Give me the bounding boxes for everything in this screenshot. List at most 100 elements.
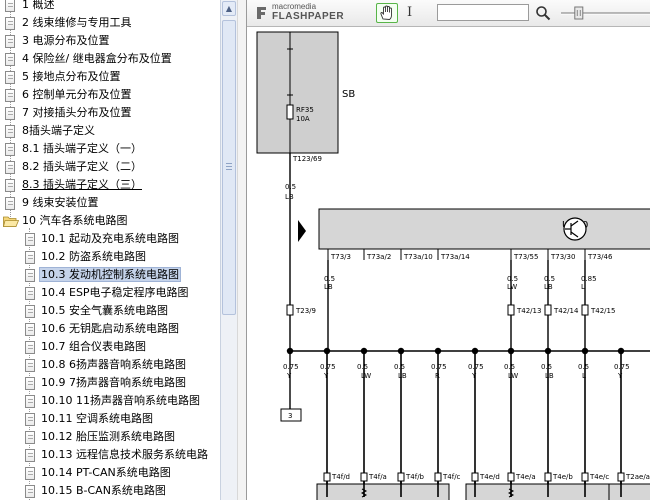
zoom-slider-thumb[interactable] — [574, 6, 584, 20]
wire-size-label: 0.5 — [578, 363, 589, 371]
toc-item[interactable]: 6 控制单元分布及位置 — [21, 86, 133, 104]
toc-item-label: 6 控制单元分布及位置 — [22, 88, 132, 101]
toc-item-label: 10.1 起动及充电系统电路图 — [41, 232, 179, 245]
toc-item-label: 10.3 发动机控制系统电路图 — [39, 267, 181, 282]
connector-label: T4f/a — [368, 473, 387, 481]
brand-big: FLASHPAPER — [272, 11, 345, 22]
toc-item[interactable]: 10.1 起动及充电系统电路图 — [40, 230, 180, 248]
toc-item[interactable]: 7 对接插头分布及位置 — [21, 104, 133, 122]
toc-item[interactable]: 2 线束维修与专用工具 — [21, 14, 133, 32]
wire-color-label: Y — [286, 372, 292, 380]
toc-item[interactable]: 10.15 B-CAN系统电路图 — [40, 482, 167, 500]
toc-item[interactable]: 1 概述 — [21, 0, 56, 14]
toc-item[interactable]: 10.5 安全气囊系统电路图 — [40, 302, 169, 320]
toc-item[interactable]: 10.9 7扬声器音响系统电路图 — [40, 374, 187, 392]
toc-item[interactable]: 10.10 11扬声器音响系统电路图 — [40, 392, 201, 410]
toc-item[interactable]: 10.12 胎压监测系统电路图 — [40, 428, 176, 446]
toc-item[interactable]: 8.1 插头端子定义（一） — [21, 140, 143, 158]
toc-item[interactable]: 10.4 ESP电子稳定程序电路图 — [40, 284, 190, 302]
toc-item[interactable]: 10.6 无钥匙启动系统电路图 — [40, 320, 180, 338]
wire-size-label: 0.5 — [357, 363, 368, 371]
zoom-slider[interactable] — [561, 6, 650, 20]
fuse-rf35-symbol — [286, 104, 294, 120]
grip-line — [226, 166, 232, 167]
page-icon — [25, 359, 35, 372]
toc-item-label: 10.2 防盗系统电路图 — [41, 250, 146, 263]
toc-item-label: 10.10 11扬声器音响系统电路图 — [41, 394, 200, 407]
toc-folder-item[interactable]: 10 汽车各系统电路图 — [21, 212, 129, 230]
page-icon — [5, 53, 15, 66]
document-viewer: macromedia FLASHPAPER I SB RF35 10A T123… — [247, 0, 650, 500]
wire-size-label: 0.5 — [394, 363, 405, 371]
toc-item[interactable]: 8插头端子定义 — [21, 122, 96, 140]
module-pin-label: T73/46 — [587, 253, 613, 261]
toc-item[interactable]: 5 接地点分布及位置 — [21, 68, 122, 86]
panel-splitter[interactable] — [237, 0, 247, 500]
diagram-labels: T73/3 T73a/2 T73a/10 T73a/14 T73/55 T73/30 T73… — [283, 249, 650, 500]
toc-item-label: 10.4 ESP电子稳定程序电路图 — [41, 286, 189, 299]
connector-label: T4e/b — [552, 473, 573, 481]
toc-item[interactable]: 3 电源分布及位置 — [21, 32, 111, 50]
connector-label: T4f/b — [405, 473, 425, 481]
toc-item-label: 8.2 插头端子定义（二） — [22, 160, 142, 173]
viewer-toolbar: macromedia FLASHPAPER I — [247, 0, 650, 27]
toc-item-label: 10.13 远程信息技术服务系统电路 — [41, 448, 208, 461]
toc-item[interactable]: 8.2 插头端子定义（二） — [21, 158, 143, 176]
connector-label: T23/9 — [295, 307, 316, 315]
inline-connector-symbol — [507, 304, 515, 316]
page-icon — [25, 233, 35, 246]
wiring-diagram: SB RF35 10A T123/69 0.5 LB U100 3 T73/3T… — [256, 31, 650, 500]
toc-item-label: 10.6 无钥匙启动系统电路图 — [41, 322, 179, 335]
wire-color-label: LW — [361, 372, 371, 380]
toc-item-label: 4 保险丝/ 继电器盒分布及位置 — [22, 52, 172, 65]
hand-tool-button[interactable] — [376, 3, 398, 23]
grip-line — [226, 163, 232, 164]
toc-scrollbar[interactable]: ▲ — [220, 0, 237, 500]
sb-wire-size: 0.5 — [285, 183, 296, 191]
transistor-icon — [563, 217, 587, 241]
toc-item-label: 10.9 7扬声器音响系统电路图 — [41, 376, 186, 389]
toc-item[interactable]: 10.13 远程信息技术服务系统电路 — [40, 446, 209, 464]
toc-item[interactable]: 10.14 PT-CAN系统电路图 — [40, 464, 172, 482]
toc-item[interactable]: 4 保险丝/ 继电器盒分布及位置 — [21, 50, 173, 68]
wire-color-label: Y — [617, 372, 623, 380]
toc-item[interactable]: 10.11 空调系统电路图 — [40, 410, 154, 428]
scroll-up-arrow-icon[interactable]: ▲ — [222, 1, 236, 16]
toc-item-label: 10.8 6扬声器音响系统电路图 — [41, 358, 186, 371]
text-select-tool-button[interactable]: I — [407, 5, 412, 21]
page-icon — [25, 251, 35, 264]
page-icon — [5, 17, 15, 30]
wire-color-label: LB — [398, 372, 407, 380]
bottom-connector-symbol — [507, 472, 515, 482]
toc-item[interactable]: 9 线束安装位置 — [21, 194, 100, 212]
toc-item[interactable]: 8.3 插头端子定义（三） — [21, 176, 143, 194]
toc-item[interactable]: 10.2 防盗系统电路图 — [40, 248, 147, 266]
bottom-connector-symbol — [434, 472, 442, 482]
toc-item-label: 8.3 插头端子定义（三） — [22, 178, 142, 191]
component-box — [316, 483, 450, 500]
grip-line — [226, 169, 232, 170]
toc-item-label: 10.15 B-CAN系统电路图 — [41, 484, 166, 497]
page-icon — [5, 35, 15, 48]
scrollbar-thumb[interactable] — [222, 20, 236, 315]
search-input[interactable] — [437, 4, 529, 21]
page-icon — [25, 377, 35, 390]
toc-item[interactable]: 10.7 组合仪表电路图 — [40, 338, 147, 356]
wire-size-label: 0.5 — [507, 275, 518, 283]
page-icon — [5, 107, 15, 120]
wire-color-label: LB — [544, 283, 553, 291]
page-icon — [25, 467, 35, 480]
page-icon — [25, 413, 35, 426]
magnifier-icon[interactable] — [535, 5, 551, 21]
brand-small: macromedia — [272, 2, 317, 11]
inline-connector-symbol — [581, 304, 589, 316]
connector-label: T4f/d — [331, 473, 350, 481]
page-icon — [5, 125, 15, 138]
wire-size-label: 0.5 — [504, 363, 515, 371]
wire-color-label: Y — [471, 372, 477, 380]
toc-item[interactable]: 10.3 发动机控制系统电路图 — [39, 266, 181, 284]
wire-color-label: Y — [323, 372, 329, 380]
bottom-connector-symbol — [581, 472, 589, 482]
toc-item[interactable]: 10.8 6扬声器音响系统电路图 — [40, 356, 187, 374]
wire-size-label: 0.5 — [541, 363, 552, 371]
